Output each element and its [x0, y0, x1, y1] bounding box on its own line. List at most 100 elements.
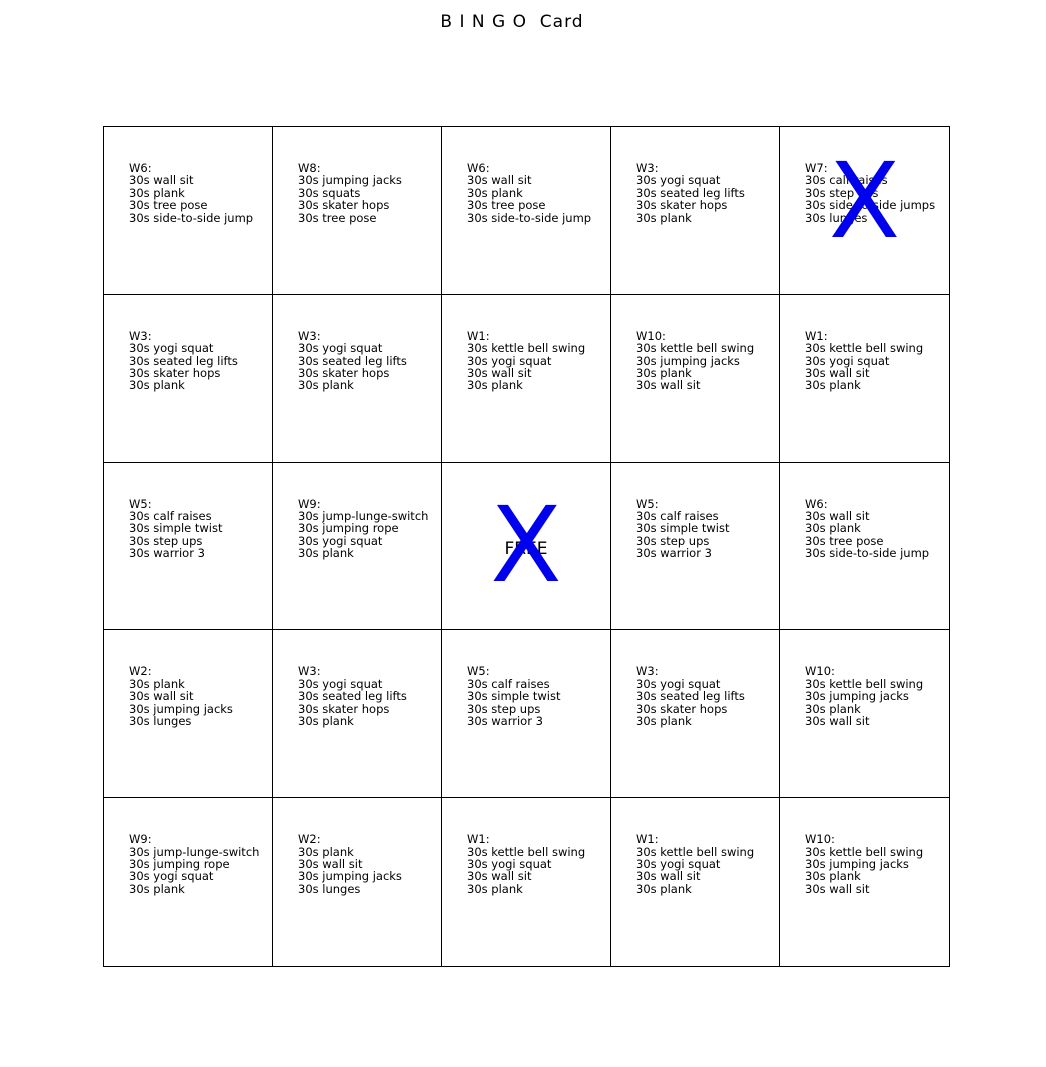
cell-text: W5: 30s calf raises 30s simple twist 30s st…: [467, 665, 561, 727]
bingo-grid: W6: 30s wall sit 30s plank 30s tree pose 30s…: [103, 126, 950, 967]
cell-text: W10: 30s kettle bell swing 30s jumping jac…: [805, 665, 923, 727]
cell-label: W5:: [467, 664, 490, 679]
cell-exercise: 30s seated leg lifts: [636, 689, 745, 704]
cell-exercise: 30s lunges: [298, 881, 361, 896]
cell-text: W6: 30s wall sit 30s plank 30s tree pose 30s…: [805, 497, 929, 559]
bingo-cell[interactable]: W9: 30s jump-lunge-switch 30s jumping rope…: [273, 462, 442, 631]
bingo-cell[interactable]: W5: 30s calf raises 30s simple twist 30s st…: [442, 630, 611, 799]
cell-exercise: 30s jumping jacks: [298, 173, 402, 188]
cell-exercise: 30s lunges: [805, 210, 868, 225]
bingo-cell[interactable]: W5: 30s calf raises 30s simple twist 30s st…: [104, 462, 273, 631]
cell-exercise: 30s wall sit: [636, 378, 701, 393]
cell-text: W2: 30s plank 30s wall sit 30s jumping jack…: [298, 833, 402, 895]
cell-label: W2:: [129, 664, 152, 679]
cell-exercise: 30s plank: [636, 210, 692, 225]
cell-exercise: 30s plank: [636, 714, 692, 729]
cell-exercise: 30s plank: [467, 881, 523, 896]
cell-text: W3: 30s yogi squat 30s seated leg lifts 30s…: [636, 162, 745, 224]
cell-exercise: 30s wall sit: [467, 173, 532, 188]
cell-exercise: 30s side-to-side jump: [467, 210, 592, 225]
cell-text: W5: 30s calf raises 30s simple twist 30s st…: [129, 497, 223, 561]
cell-text: W10: 30s kettle bell swing 30s jumping jac…: [805, 833, 923, 895]
cell-label: W3:: [298, 664, 321, 679]
cell-exercise: 30s warrior 3: [636, 546, 712, 561]
cell-text: W9: 30s jump-lunge-switch 30s jumping rope…: [298, 497, 428, 561]
cell-exercise: 30s kettle bell swing: [467, 341, 586, 356]
bingo-cell[interactable]: W1: 30s kettle bell swing 30s yogi squat 30…: [780, 295, 949, 463]
cell-exercise: 30s tree pose: [467, 198, 546, 213]
cell-text: W2: 30s plank 30s wall sit 30s jumping jack…: [129, 665, 233, 727]
cell-exercise: 30s wall sit: [129, 173, 194, 188]
cell-exercise: 30s simple twist: [636, 521, 730, 536]
bingo-cell[interactable]: W6: 30s wall sit 30s plank 30s tree pose 30s…: [442, 127, 611, 295]
bingo-cell[interactable]: W2: 30s plank 30s wall sit 30s jumping jack…: [104, 630, 273, 799]
free-space-label: FREE: [504, 538, 548, 559]
cell-text: W1: 30s kettle bell swing 30s yogi squat 30…: [636, 833, 754, 895]
cell-exercise: 30s kettle bell swing: [805, 341, 924, 356]
bingo-cell[interactable]: W3: 30s yogi squat 30s seated leg lifts 30s…: [273, 630, 442, 799]
cell-label: W1:: [467, 832, 490, 847]
cell-exercise: 30s seated leg lifts: [298, 689, 407, 704]
cell-exercise: 30s tree pose: [129, 198, 208, 213]
cell-text: W3: 30s yogi squat 30s seated leg lifts 30s…: [636, 665, 745, 727]
cell-exercise: 30s plank: [805, 521, 861, 536]
cell-exercise: 30s plank: [129, 378, 185, 393]
bingo-cell[interactable]: W6: 30s wall sit 30s plank 30s tree pose 30s…: [104, 127, 273, 295]
cell-exercise: 30s calf raises: [805, 173, 888, 188]
cell-exercise: 30s jumping jacks: [805, 689, 909, 704]
cell-exercise: 30s yogi squat: [636, 173, 721, 188]
cell-text: W7: 30s calf raises 30s step ups 30s side-t…: [805, 162, 935, 224]
bingo-cell[interactable]: W8: 30s jumping jacks 30s squats 30s skater…: [273, 127, 442, 295]
bingo-cell[interactable]: W3: 30s yogi squat 30s seated leg lifts 30s…: [611, 630, 780, 799]
bingo-cell[interactable]: W1: 30s kettle bell swing 30s yogi squat 30…: [442, 294, 611, 463]
bingo-cell[interactable]: W5: 30s calf raises 30s simple twist 30s st…: [611, 462, 780, 631]
bingo-cell[interactable]: W6: 30s wall sit 30s plank 30s tree pose 30s…: [780, 463, 949, 631]
bingo-cell-marked[interactable]: W7: 30s calf raises 30s step ups 30s side-t…: [780, 127, 949, 295]
bingo-cell[interactable]: W10: 30s kettle bell swing 30s jumping jac…: [780, 630, 949, 799]
cell-exercise: 30s wall sit: [129, 689, 194, 704]
cell-exercise: 30s kettle bell swing: [636, 341, 755, 356]
cell-text: W1: 30s kettle bell swing 30s yogi squat 30…: [805, 329, 924, 393]
cell-exercise: 30s tree pose: [298, 210, 377, 225]
bingo-cell[interactable]: W9: 30s jump-lunge-switch 30s jumping rope…: [104, 798, 273, 966]
cell-exercise: 30s plank: [636, 881, 692, 896]
cell-exercise: 30s jumping rope: [298, 521, 399, 536]
cell-exercise: 30s plank: [805, 869, 861, 884]
cell-exercise: 30s simple twist: [467, 689, 561, 704]
cell-exercise: 30s lunges: [129, 714, 192, 729]
cell-exercise: 30s plank: [298, 546, 354, 561]
bingo-cell[interactable]: W10: 30s kettle bell swing 30s jumping jac…: [611, 294, 780, 463]
cell-exercise: 30s wall sit: [467, 869, 532, 884]
cell-exercise: 30s yogi squat: [298, 341, 383, 356]
cell-label: W1:: [636, 832, 659, 847]
bingo-cell[interactable]: W1: 30s kettle bell swing 30s yogi squat 30…: [611, 798, 780, 966]
cell-text: W10: 30s kettle bell swing 30s jumping jac…: [636, 329, 755, 393]
cell-exercise: 30s side-to-side jumps: [805, 198, 936, 213]
bingo-free-cell[interactable]: FREE X: [442, 462, 611, 631]
cell-exercise: 30s plank: [298, 714, 354, 729]
cell-label: W9:: [129, 832, 152, 847]
cell-label: W10:: [805, 664, 835, 679]
cell-exercise: 30s simple twist: [129, 521, 223, 536]
bingo-cell[interactable]: W3: 30s yogi squat 30s seated leg lifts 30s…: [611, 127, 780, 295]
bingo-cell[interactable]: W10: 30s kettle bell swing 30s jumping jac…: [780, 798, 949, 966]
bingo-cell[interactable]: W2: 30s plank 30s wall sit 30s jumping jack…: [273, 798, 442, 966]
cell-text: W9: 30s jump-lunge-switch 30s jumping rope…: [129, 833, 259, 895]
cell-exercise: 30s side-to-side jump: [129, 210, 254, 225]
cell-exercise: 30s jumping jacks: [298, 869, 402, 884]
cell-exercise: 30s warrior 3: [129, 546, 205, 561]
cell-exercise: 30s skater hops: [298, 198, 390, 213]
cell-exercise: 30s plank: [805, 378, 861, 393]
cell-label: W2:: [298, 832, 321, 847]
bingo-cell[interactable]: W1: 30s kettle bell swing 30s yogi squat 30…: [442, 798, 611, 966]
cell-text: W3: 30s yogi squat 30s seated leg lifts 30s…: [129, 329, 238, 393]
cell-exercise: 30s wall sit: [805, 881, 870, 896]
bingo-cell[interactable]: W3: 30s yogi squat 30s seated leg lifts 30s…: [104, 294, 273, 463]
card-title: B I N G O Card: [440, 12, 584, 32]
cell-text: W6: 30s wall sit 30s plank 30s tree pose 30s…: [467, 162, 591, 224]
bingo-cell[interactable]: W3: 30s yogi squat 30s seated leg lifts 30s…: [273, 294, 442, 463]
cell-text: W3: 30s yogi squat 30s seated leg lifts 30s…: [298, 665, 407, 727]
cell-text: W1: 30s kettle bell swing 30s yogi squat 30…: [467, 329, 586, 391]
cell-text: W6: 30s wall sit 30s plank 30s tree pose 30s…: [129, 162, 253, 224]
cell-text: W1: 30s kettle bell swing 30s yogi squat 30…: [467, 833, 585, 895]
